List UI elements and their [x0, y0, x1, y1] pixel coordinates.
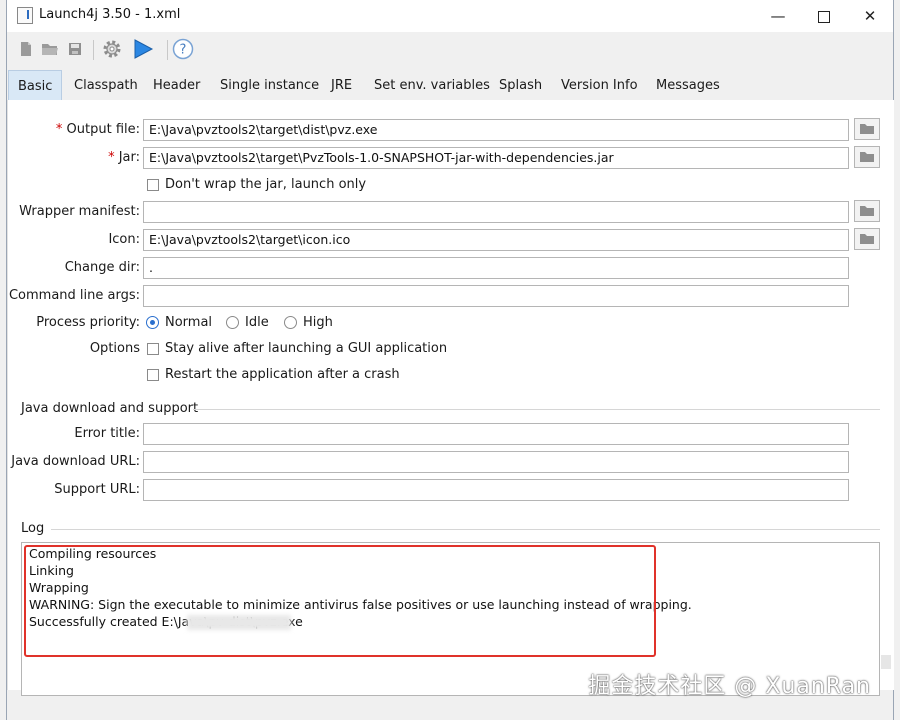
output-file-label-text: Output file: [66, 122, 140, 137]
minimize-button[interactable]: — [755, 0, 801, 32]
wrapper-manifest-label: Wrapper manifest: [19, 204, 140, 219]
jar-browse-button[interactable] [854, 146, 880, 168]
dont-wrap-checkbox[interactable]: Don't wrap the jar, launch only [147, 177, 366, 192]
icon-label: Icon: [108, 232, 140, 247]
priority-normal-label: Normal [165, 315, 213, 330]
new-file-icon [21, 42, 31, 56]
toolbar: ? [7, 32, 893, 66]
java-download-url-field[interactable] [143, 451, 849, 473]
help-icon: ? [172, 38, 194, 60]
maximize-button[interactable] [801, 0, 847, 32]
output-file-field[interactable]: E:\Java\pvztools2\target\dist\pvz.exe [143, 119, 849, 141]
stay-alive-checkbox[interactable]: Stay alive after launching a GUI applica… [147, 341, 447, 356]
toolbar-separator [93, 40, 94, 60]
section-divider [193, 409, 880, 410]
output-file-label: * Output file: [7, 122, 140, 137]
open-button[interactable] [39, 38, 61, 60]
required-marker: * [55, 122, 63, 137]
priority-label: Process priority: [36, 315, 140, 330]
folder-icon [860, 152, 874, 162]
app-icon [17, 7, 33, 24]
tab-classpath[interactable]: Classpath [65, 70, 147, 100]
support-url-field[interactable] [143, 479, 849, 501]
restart-label: Restart the application after a crash [165, 367, 400, 382]
log-scrollbar[interactable] [881, 655, 891, 669]
checkbox-box[interactable] [147, 178, 159, 191]
restart-checkbox[interactable]: Restart the application after a crash [147, 367, 400, 382]
checkbox-box[interactable] [147, 368, 159, 381]
save-icon [69, 43, 81, 55]
folder-open-icon [42, 44, 58, 55]
checkbox-box[interactable] [147, 342, 159, 355]
radio-dot[interactable] [284, 316, 297, 329]
priority-normal-radio[interactable]: Normal [146, 315, 212, 330]
close-button[interactable]: ✕ [847, 0, 893, 32]
title-bar: Launch4j 3.50 - 1.xml — ✕ [7, 0, 893, 32]
required-marker: * [108, 150, 115, 165]
window-title: Launch4j 3.50 - 1.xml [39, 7, 181, 22]
svg-text:?: ? [180, 43, 187, 58]
dont-wrap-label: Don't wrap the jar, launch only [165, 177, 367, 192]
priority-high-radio[interactable]: High [284, 315, 333, 330]
tab-version-info[interactable]: Version Info [552, 70, 647, 100]
play-icon [134, 39, 154, 59]
cmd-args-label: Command line args: [8, 288, 140, 303]
wrapper-manifest-field[interactable] [143, 201, 849, 223]
gear-icon [103, 40, 121, 58]
stay-alive-label: Stay alive after launching a GUI applica… [165, 341, 448, 356]
maximize-icon [818, 10, 830, 23]
tab-basic[interactable]: Basic [8, 70, 62, 100]
tab-jre[interactable]: JRE [322, 70, 361, 100]
build-button[interactable] [100, 38, 124, 60]
error-title-label: Error title: [74, 426, 140, 441]
folder-icon [860, 234, 874, 244]
tab-set-env-variables[interactable]: Set env. variables [365, 70, 499, 100]
priority-idle-label: Idle [245, 315, 269, 330]
tab-bar: Basic Classpath Header Single instance J… [7, 70, 893, 101]
toolbar-separator [167, 40, 168, 60]
folder-icon [860, 206, 874, 216]
icon-browse-button[interactable] [854, 228, 880, 250]
watermark: 掘金技术社区 @ XuanRan [588, 674, 871, 699]
priority-idle-radio[interactable]: Idle [226, 315, 269, 330]
output-file-browse-button[interactable] [854, 118, 880, 140]
cmd-args-field[interactable] [143, 285, 849, 307]
new-button[interactable] [15, 38, 37, 60]
java-download-section-title: Java download and support [21, 401, 199, 416]
annotation-highlight-frame [24, 545, 656, 657]
folder-icon [860, 124, 874, 134]
tab-messages[interactable]: Messages [647, 70, 729, 100]
jar-label-text: Jar: [118, 150, 140, 165]
change-dir-field[interactable]: . [143, 257, 849, 279]
launch4j-window: Launch4j 3.50 - 1.xml — ✕ ? Basic Classp… [6, 0, 894, 720]
support-url-label: Support URL: [54, 482, 140, 497]
log-section-title: Log [21, 521, 45, 536]
icon-field[interactable]: E:\Java\pvztools2\target\icon.ico [143, 229, 849, 251]
change-dir-label: Change dir: [64, 260, 140, 275]
help-button[interactable]: ? [171, 38, 195, 60]
wrapper-manifest-browse-button[interactable] [854, 200, 880, 222]
tab-single-instance[interactable]: Single instance [211, 70, 328, 100]
jar-field[interactable]: E:\Java\pvztools2\target\PvzTools-1.0-SN… [143, 147, 849, 169]
save-button[interactable] [64, 38, 86, 60]
tab-header[interactable]: Header [144, 70, 209, 100]
run-button[interactable] [131, 38, 155, 60]
priority-high-label: High [303, 315, 333, 330]
radio-dot[interactable] [226, 316, 239, 329]
java-download-url-label: Java download URL: [11, 454, 140, 469]
options-label: Options [89, 341, 140, 356]
tab-splash[interactable]: Splash [490, 70, 551, 100]
radio-dot[interactable] [146, 316, 159, 329]
jar-label: * Jar: [7, 150, 140, 165]
section-divider [51, 529, 880, 530]
error-title-field[interactable] [143, 423, 849, 445]
